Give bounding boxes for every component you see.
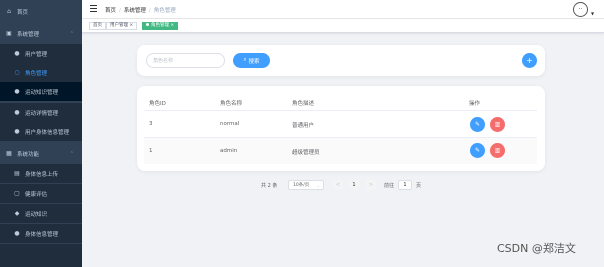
sidebar-group-system-management[interactable]: ▣ 系统管理 ⌃	[0, 24, 82, 43]
sidebar-item-label: 运动知识	[25, 211, 48, 218]
goto-suffix: 页	[416, 183, 422, 189]
delete-button[interactable]: ▥	[490, 143, 505, 158]
sidebar-item-label: 运动知识管理	[25, 89, 59, 96]
sidebar-item-label: 健康评估	[25, 191, 48, 198]
column-header-role-name: 角色名称	[220, 101, 243, 107]
navbar: 首页 / 系统管理 / 角色管理 ·· ▼	[82, 0, 604, 19]
search-icon: ⌕	[243, 57, 247, 63]
edit-button[interactable]: ✎	[470, 117, 485, 132]
trash-icon: ▥	[494, 121, 501, 128]
sidebar-item-exercise-knowledge-management[interactable]: ● 运动知识管理	[0, 82, 82, 101]
cell-role-id: 3	[149, 121, 153, 127]
sidebar-group-label: 系统功能	[17, 151, 40, 158]
search-button[interactable]: ⌕ 搜索	[233, 53, 270, 68]
user-icon: ●	[14, 128, 20, 135]
goto-label: 前往	[384, 183, 395, 189]
page-size-select[interactable]: 10条/页 ⌄	[288, 180, 324, 190]
search-button-label: 搜索	[248, 58, 260, 65]
breadcrumb-home[interactable]: 首页	[105, 8, 116, 14]
user-icon: ●	[14, 109, 20, 116]
user-icon: ●	[14, 230, 20, 237]
shield-icon: ◆	[14, 210, 20, 217]
breadcrumb-system[interactable]: 系统管理	[124, 8, 146, 14]
cell-role-name: admin	[220, 148, 238, 154]
page-number-current[interactable]: 1	[349, 180, 359, 190]
edit-icon: ✎	[474, 121, 481, 128]
sidebar-item-label: 身体信息管理	[25, 231, 59, 238]
chevron-up-icon: ⌃	[69, 30, 74, 37]
sidebar-item-body-info-upload[interactable]: ▤ 身体信息上传	[0, 164, 82, 183]
user-icon: ●	[14, 88, 20, 95]
next-page-button[interactable]: >	[366, 180, 376, 190]
role-name-input[interactable]: 角色名称	[146, 53, 225, 68]
tags-view: 首页 用户管理 × 角色管理 ×	[82, 19, 604, 33]
sidebar-item-role-management[interactable]: ○ 角色管理	[0, 63, 82, 82]
tag-home[interactable]: 首页	[89, 22, 106, 30]
sidebar-item-exercise-knowledge[interactable]: ◆ 运动知识	[0, 204, 82, 223]
prev-page-button[interactable]: <	[333, 180, 343, 190]
sidebar-item-label: 首页	[17, 9, 29, 16]
cell-role-name: normal	[220, 121, 240, 127]
cell-role-desc: 普通用户	[292, 123, 315, 129]
caret-down-icon[interactable]: ▼	[591, 11, 594, 16]
pagination-total: 共 2 条	[261, 183, 278, 189]
avatar[interactable]: ··	[573, 2, 588, 17]
column-header-role-id: 角色ID	[149, 101, 166, 107]
cell-role-id: 1	[149, 148, 153, 154]
table-row: 1 admin 超级管理员 ✎ ▥	[144, 138, 537, 164]
home-icon: ⌂	[7, 8, 11, 15]
edit-icon: ✎	[474, 147, 481, 154]
chevron-down-icon: ⌄	[316, 182, 320, 188]
folder-icon: ▣	[6, 30, 12, 37]
goto-page-input[interactable]: 1	[398, 180, 412, 190]
tag-label: 角色管理 ×	[151, 23, 175, 28]
sidebar-item-user-management[interactable]: ● 用户管理	[0, 44, 82, 63]
tag-user-management[interactable]: 用户管理 ×	[106, 22, 138, 30]
upload-icon: ▤	[14, 170, 20, 177]
sidebar: ⌂ 首页 ▣ 系统管理 ⌃ ● 用户管理 ○ 角色管理 ● 运动知识管理 ● 运…	[0, 0, 82, 267]
sidebar-item-label: 运动详情管理	[25, 110, 59, 117]
table-row: 3 normal 普通用户 ✎ ▥	[144, 111, 537, 137]
sidebar-item-health-assessment[interactable]: ▢ 健康评估	[0, 184, 82, 203]
add-button[interactable]: +	[522, 53, 537, 68]
column-header-role-desc: 角色描述	[292, 101, 315, 107]
sidebar-item-exercise-detail-management[interactable]: ● 运动详情管理	[0, 103, 82, 122]
watermark: CSDN @郑洁文	[497, 242, 576, 255]
trash-icon: ▥	[494, 147, 501, 154]
breadcrumb: 首页 / 系统管理 / 角色管理	[105, 8, 176, 14]
breadcrumb-current: 角色管理	[153, 8, 176, 14]
user-icon: ●	[14, 50, 20, 57]
tag-role-management[interactable]: 角色管理 ×	[142, 22, 179, 30]
sidebar-group-system-functions[interactable]: ▦ 系统功能 ⌃	[0, 144, 82, 163]
sidebar-filler	[0, 244, 82, 267]
hamburger-icon[interactable]	[90, 5, 97, 12]
sidebar-item-label: 角色管理	[25, 70, 48, 77]
sidebar-item-label: 用户身体信息管理	[25, 129, 70, 136]
sidebar-item-home[interactable]: ⌂ 首页	[0, 2, 82, 21]
active-dot-icon	[146, 23, 149, 26]
user-outline-icon: ○	[14, 69, 20, 76]
sidebar-group-label: 系统管理	[17, 31, 40, 38]
edit-button[interactable]: ✎	[470, 143, 485, 158]
chevron-up-icon: ⌃	[69, 150, 74, 157]
sidebar-item-body-info-management[interactable]: ● 用户身体信息管理	[0, 122, 82, 141]
cell-role-desc: 超级管理员	[292, 150, 320, 156]
delete-button[interactable]: ▥	[490, 117, 505, 132]
column-header-actions: 操作	[469, 101, 481, 107]
page-size-value: 10条/页	[293, 183, 310, 188]
sidebar-item-body-info-admin[interactable]: ● 身体信息管理	[0, 224, 82, 243]
sidebar-item-label: 身体信息上传	[25, 171, 59, 178]
grid-icon: ▦	[6, 150, 12, 157]
document-icon: ▢	[14, 190, 20, 197]
sidebar-item-label: 用户管理	[25, 51, 48, 58]
avatar-glyph: ··	[578, 6, 583, 13]
